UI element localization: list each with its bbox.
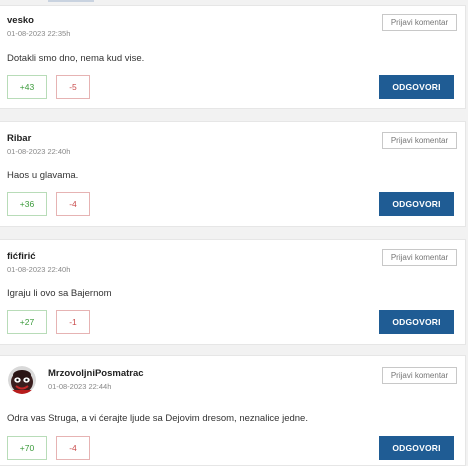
- comment-card: fićfirić 01-08-2023 22:40h Prijavi komen…: [0, 239, 466, 345]
- comment-date: 01-08-2023 22:44h: [48, 382, 112, 391]
- upvote-button[interactable]: +27: [7, 310, 47, 334]
- comment-text: Igraju li ovo sa Bajernom: [7, 288, 112, 299]
- report-comment-button[interactable]: Prijavi komentar: [382, 132, 457, 149]
- avatar-image: [8, 366, 36, 394]
- comment-author[interactable]: Ribar: [7, 133, 31, 144]
- tab-accent: [48, 0, 94, 2]
- report-comment-button[interactable]: Prijavi komentar: [382, 249, 457, 266]
- reply-button[interactable]: ODGOVORI: [379, 192, 454, 216]
- comment-text: Dotakli smo dno, nema kud vise.: [7, 53, 145, 64]
- comment-text: Odra vas Struga, a vi ćerajte ljude sa D…: [7, 413, 308, 424]
- upvote-button[interactable]: +43: [7, 75, 47, 99]
- upvote-button[interactable]: +36: [7, 192, 47, 216]
- comment-card: MrzovoljniPosmatrac 01-08-2023 22:44h Pr…: [0, 355, 466, 466]
- report-comment-button[interactable]: Prijavi komentar: [382, 14, 457, 31]
- reply-button[interactable]: ODGOVORI: [379, 436, 454, 460]
- comment-card: Ribar 01-08-2023 22:40h Prijavi komentar…: [0, 121, 466, 227]
- downvote-button[interactable]: -5: [56, 75, 90, 99]
- reply-button[interactable]: ODGOVORI: [379, 310, 454, 334]
- user-avatar[interactable]: [8, 366, 36, 394]
- reply-button[interactable]: ODGOVORI: [379, 75, 454, 99]
- comment-date: 01-08-2023 22:40h: [7, 147, 71, 156]
- upvote-button[interactable]: +70: [7, 436, 47, 460]
- comment-author[interactable]: vesko: [7, 15, 34, 26]
- top-divider: [0, 0, 468, 4]
- report-comment-button[interactable]: Prijavi komentar: [382, 367, 457, 384]
- comment-author[interactable]: fićfirić: [7, 251, 36, 262]
- comment-text: Haos u glavama.: [7, 170, 79, 181]
- downvote-button[interactable]: -4: [56, 192, 90, 216]
- comment-author[interactable]: MrzovoljniPosmatrac: [48, 368, 144, 379]
- comment-date: 01-08-2023 22:40h: [7, 265, 71, 274]
- downvote-button[interactable]: -4: [56, 436, 90, 460]
- comment-date: 01-08-2023 22:35h: [7, 29, 71, 38]
- comment-card: vesko 01-08-2023 22:35h Prijavi komentar…: [0, 5, 466, 109]
- downvote-button[interactable]: -1: [56, 310, 90, 334]
